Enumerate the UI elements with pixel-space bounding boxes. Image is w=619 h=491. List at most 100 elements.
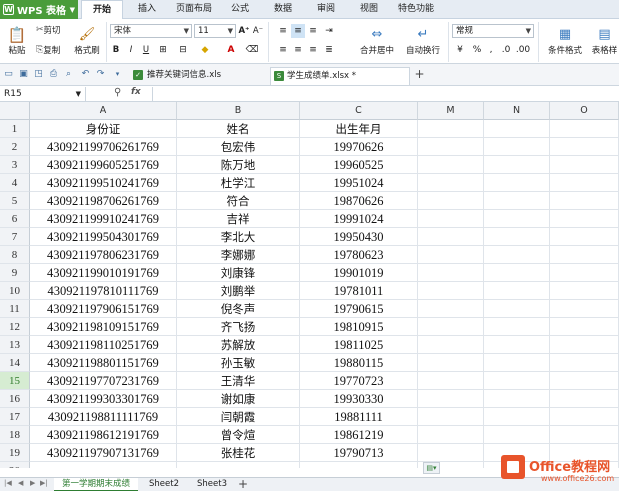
row-header[interactable]: 4 — [0, 174, 30, 192]
cell-a[interactable]: 430921199605251769 — [30, 156, 177, 174]
cell-empty[interactable] — [550, 390, 619, 408]
cell-a[interactable]: 430921199303301769 — [30, 390, 177, 408]
cell-empty[interactable] — [418, 246, 484, 264]
font-color-button[interactable]: A — [222, 43, 240, 57]
redo-icon[interactable]: ↷ — [95, 69, 106, 80]
cell-b[interactable]: 刘鹏举 — [177, 282, 300, 300]
percent-button[interactable]: % — [470, 43, 484, 57]
cell-b[interactable]: 李娜娜 — [177, 246, 300, 264]
table-style-button[interactable]: ▤ 表格样 — [590, 23, 619, 59]
cell-empty[interactable] — [418, 318, 484, 336]
cell-empty[interactable] — [550, 120, 619, 138]
column-header-n[interactable]: N — [484, 102, 550, 120]
row-header[interactable]: 11 — [0, 300, 30, 318]
cell-empty[interactable] — [418, 354, 484, 372]
cell-a[interactable]: 430921199910241769 — [30, 210, 177, 228]
menu-tab-formula[interactable]: 公式 — [225, 0, 255, 19]
cell-empty[interactable] — [550, 336, 619, 354]
cell-empty[interactable] — [418, 336, 484, 354]
cell-empty[interactable] — [484, 264, 550, 282]
cell-empty[interactable] — [418, 408, 484, 426]
cell-b[interactable]: 曾令煊 — [177, 426, 300, 444]
cell-c[interactable]: 19960525 — [300, 156, 418, 174]
decrease-decimal-button[interactable]: .00 — [514, 43, 532, 57]
row-header[interactable]: 12 — [0, 318, 30, 336]
cell-c[interactable]: 19970626 — [300, 138, 418, 156]
menu-tab-page-layout[interactable]: 页面布局 — [170, 0, 218, 19]
currency-button[interactable]: ¥ — [452, 43, 468, 57]
column-header-m[interactable]: M — [418, 102, 484, 120]
cell-empty[interactable] — [550, 156, 619, 174]
cell-empty[interactable] — [418, 156, 484, 174]
cell-empty[interactable] — [484, 372, 550, 390]
justify-button[interactable]: ≣ — [322, 43, 336, 57]
cell-a[interactable]: 身份证 — [30, 120, 177, 138]
undo-icon[interactable]: ↶ — [80, 69, 91, 80]
row-header[interactable]: 7 — [0, 228, 30, 246]
align-top-button[interactable]: ≡ — [276, 24, 290, 38]
cell-b[interactable]: 刘康锋 — [177, 264, 300, 282]
menu-tab-insert[interactable]: 插入 — [130, 0, 164, 19]
cell-b[interactable]: 李北大 — [177, 228, 300, 246]
cell-empty[interactable] — [484, 120, 550, 138]
cell-b[interactable]: 吉祥 — [177, 210, 300, 228]
formula-input[interactable] — [152, 87, 619, 101]
cell-c[interactable]: 出生年月 — [300, 120, 418, 138]
select-all-corner[interactable] — [0, 102, 30, 120]
cell-c[interactable]: 19880115 — [300, 354, 418, 372]
align-middle-button[interactable]: ≡ — [291, 24, 305, 38]
cell-empty[interactable] — [550, 264, 619, 282]
cell-empty[interactable] — [484, 210, 550, 228]
cell-empty[interactable] — [484, 192, 550, 210]
print-icon[interactable]: ⎙ — [48, 69, 59, 80]
cell-empty[interactable] — [418, 192, 484, 210]
cell-empty[interactable] — [418, 282, 484, 300]
cell-empty[interactable] — [550, 300, 619, 318]
cell-empty[interactable] — [550, 408, 619, 426]
cell-c[interactable]: 19790615 — [300, 300, 418, 318]
align-left-button[interactable]: ≡ — [276, 43, 290, 57]
sheet-tab-3[interactable]: Sheet3 — [190, 478, 234, 491]
row-header[interactable]: 15 — [0, 372, 30, 390]
print-preview-icon[interactable]: ⌕ — [63, 69, 74, 80]
cell-b[interactable]: 苏解放 — [177, 336, 300, 354]
cell-empty[interactable] — [418, 228, 484, 246]
cell-empty[interactable] — [550, 426, 619, 444]
cell-empty[interactable] — [550, 138, 619, 156]
shrink-font-button[interactable]: A⁻ — [252, 24, 264, 38]
align-center-button[interactable]: ≡ — [291, 43, 305, 57]
row-header[interactable]: 20 — [0, 462, 30, 468]
row-header[interactable]: 14 — [0, 354, 30, 372]
cell-a[interactable]: 430921199510241769 — [30, 174, 177, 192]
cell-b[interactable]: 齐飞扬 — [177, 318, 300, 336]
new-tab-icon[interactable]: + — [414, 68, 425, 80]
cell-empty[interactable] — [418, 174, 484, 192]
cell-empty[interactable] — [550, 210, 619, 228]
merge-cells-button[interactable]: ⊟ — [176, 43, 190, 57]
prev-sheet-icon[interactable]: ◀ — [18, 479, 23, 487]
row-header[interactable]: 9 — [0, 264, 30, 282]
cell-a[interactable]: 430921199010191769 — [30, 264, 177, 282]
conditional-format-button[interactable]: ▦ 条件格式 — [543, 23, 587, 59]
cell-empty[interactable] — [418, 264, 484, 282]
cell-empty[interactable] — [550, 318, 619, 336]
cell-b[interactable]: 王清华 — [177, 372, 300, 390]
cell-c[interactable]: 19780623 — [300, 246, 418, 264]
cell-a[interactable]: 430921197906151769 — [30, 300, 177, 318]
cell-empty[interactable] — [418, 120, 484, 138]
cell-c[interactable]: 19781011 — [300, 282, 418, 300]
open-folder-icon[interactable]: ▭ — [3, 69, 14, 80]
cell-b[interactable]: 陈万地 — [177, 156, 300, 174]
paste-button[interactable]: 📋 粘贴 — [4, 23, 30, 59]
cell-a[interactable]: 430921198110251769 — [30, 336, 177, 354]
cell-c[interactable]: 19901019 — [300, 264, 418, 282]
cell-empty[interactable] — [484, 318, 550, 336]
paste-options-icon[interactable]: ▤▾ — [423, 462, 440, 474]
bold-button[interactable]: B — [110, 43, 122, 57]
row-header[interactable]: 13 — [0, 336, 30, 354]
row-header[interactable]: 6 — [0, 210, 30, 228]
cell-empty[interactable] — [418, 210, 484, 228]
column-header-b[interactable]: B — [177, 102, 300, 120]
cell-empty[interactable] — [550, 228, 619, 246]
borders-button[interactable]: ⊞ — [156, 43, 170, 57]
